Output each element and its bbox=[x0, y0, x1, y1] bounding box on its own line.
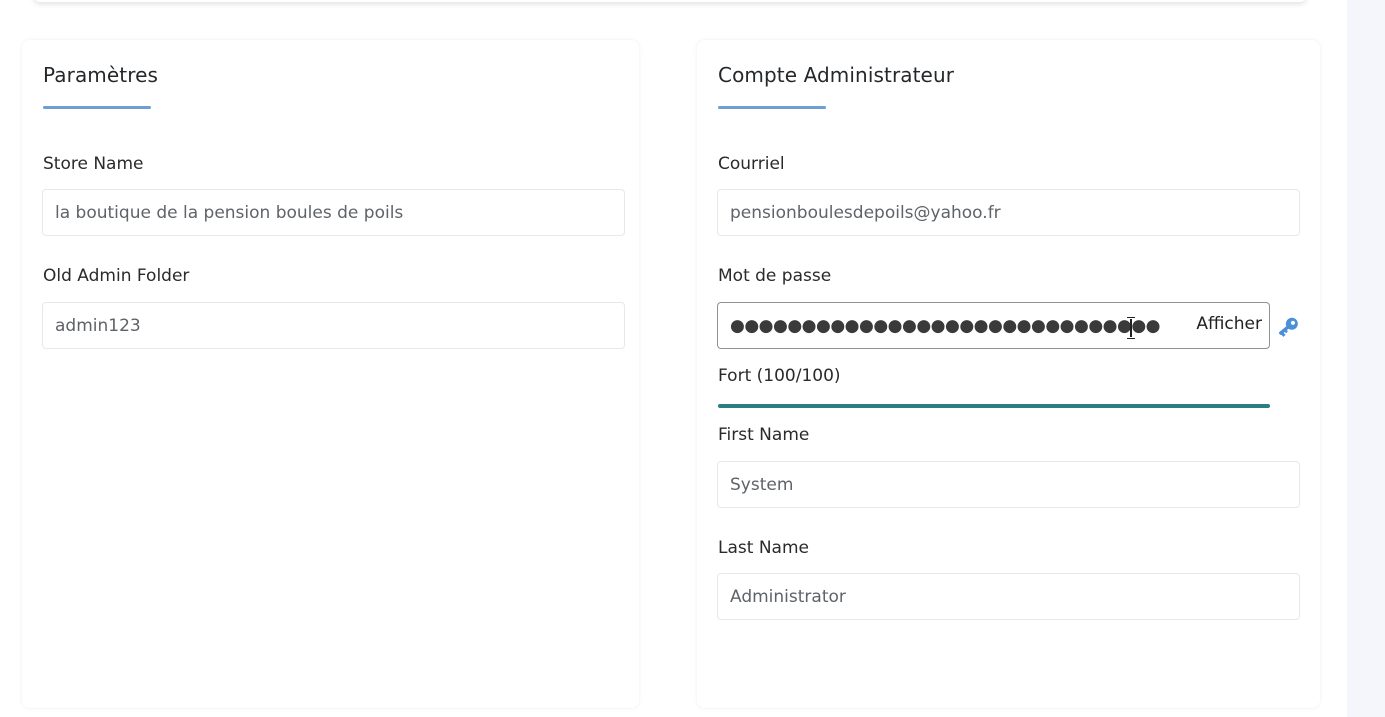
right-side-panel bbox=[1347, 0, 1385, 717]
email-input[interactable]: pensionboulesdepoils@yahoo.fr bbox=[717, 189, 1300, 236]
email-label: Courriel bbox=[718, 154, 785, 174]
first-name-input[interactable]: System bbox=[717, 461, 1300, 508]
store-name-input[interactable]: la boutique de la pension boules de poil… bbox=[42, 189, 625, 236]
previous-card-edge bbox=[34, 0, 1306, 2]
old-admin-folder-input[interactable]: admin123 bbox=[42, 302, 625, 349]
last-name-label: Last Name bbox=[718, 538, 809, 558]
password-label: Mot de passe bbox=[718, 266, 832, 286]
first-name-value: System bbox=[730, 474, 794, 495]
last-name-input[interactable]: Administrator bbox=[717, 573, 1300, 620]
old-admin-folder-label: Old Admin Folder bbox=[43, 266, 190, 286]
store-name-label: Store Name bbox=[43, 154, 144, 174]
settings-title: Paramètres bbox=[43, 63, 159, 87]
store-name-value: la boutique de la pension boules de poil… bbox=[55, 202, 404, 223]
password-strength-bar-fill bbox=[718, 404, 1270, 408]
settings-card bbox=[22, 40, 639, 708]
email-value: pensionboulesdepoils@yahoo.fr bbox=[730, 202, 1001, 223]
password-masked-value: ●●●●●●●●●●●●●●●●●●●●●●●●●●●●●● bbox=[730, 315, 1161, 336]
key-icon[interactable] bbox=[1274, 314, 1302, 340]
last-name-value: Administrator bbox=[730, 586, 846, 607]
installer-page: Paramètres Store Name la boutique de la … bbox=[0, 0, 1385, 717]
first-name-label: First Name bbox=[718, 425, 810, 445]
show-password-button[interactable]: Afficher bbox=[1196, 314, 1262, 334]
admin-account-title: Compte Administrateur bbox=[718, 63, 955, 87]
settings-title-underline bbox=[43, 106, 151, 109]
old-admin-folder-value: admin123 bbox=[55, 315, 141, 336]
password-strength-text: Fort (100/100) bbox=[718, 366, 841, 386]
text-cursor-icon bbox=[1127, 317, 1135, 339]
password-input[interactable]: ●●●●●●●●●●●●●●●●●●●●●●●●●●●●●● Afficher bbox=[717, 302, 1270, 349]
password-strength-bar bbox=[718, 404, 1270, 408]
admin-account-title-underline bbox=[718, 106, 826, 109]
